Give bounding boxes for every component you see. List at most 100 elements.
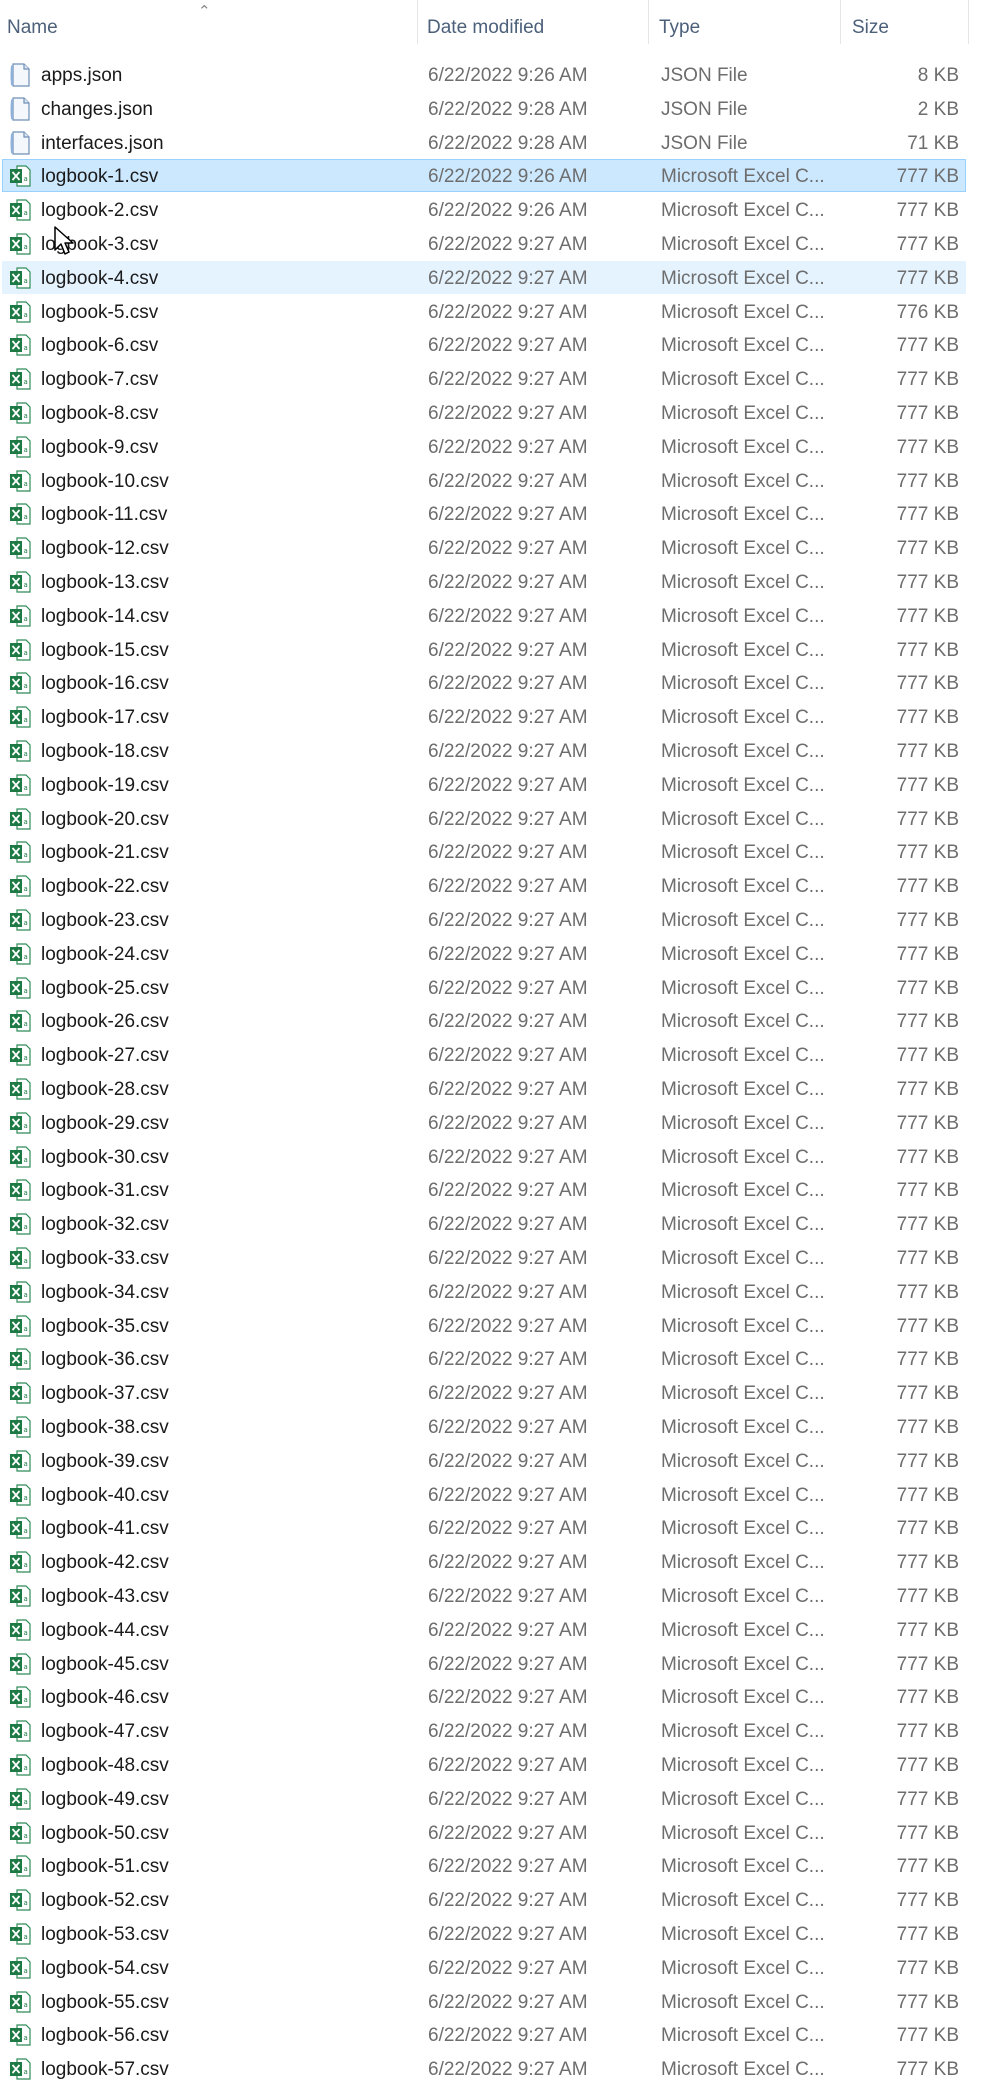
- file-row[interactable]: a logbook-1.csv 6/22/2022 9:26 AM Microsoft…: [2, 159, 966, 193]
- file-type: Microsoft Excel C...: [661, 1079, 825, 1100]
- file-row[interactable]: a logbook-23.csv 6/22/2022 9:27 AM Microsof…: [2, 903, 966, 936]
- file-row[interactable]: a logbook-6.csv 6/22/2022 9:27 AM Microsoft…: [2, 328, 966, 361]
- excel-file-icon: a: [9, 671, 32, 695]
- file-row[interactable]: a logbook-17.csv 6/22/2022 9:27 AM Microsof…: [2, 700, 966, 733]
- file-row[interactable]: a logbook-56.csv 6/22/2022 9:27 AM Microsof…: [2, 2018, 966, 2051]
- file-date-modified: 6/22/2022 9:27 AM: [428, 977, 588, 999]
- file-row[interactable]: a logbook-30.csv 6/22/2022 9:27 AM Microsof…: [2, 1140, 966, 1173]
- excel-file-icon: a: [9, 266, 32, 290]
- file-type: Microsoft Excel C...: [661, 774, 825, 796]
- excel-file-icon: a: [9, 1787, 32, 1811]
- file-row[interactable]: a logbook-31.csv 6/22/2022 9:27 AM Microsof…: [2, 1173, 966, 1206]
- file-row[interactable]: a logbook-28.csv 6/22/2022 9:27 AM Microsof…: [2, 1072, 966, 1105]
- file-row[interactable]: a logbook-2.csv 6/22/2022 9:26 AM Microsoft…: [2, 193, 966, 226]
- column-header-type[interactable]: Type: [659, 0, 700, 44]
- file-row[interactable]: a logbook-32.csv 6/22/2022 9:27 AM Microsof…: [2, 1207, 966, 1240]
- column-divider[interactable]: [648, 0, 649, 44]
- file-row[interactable]: a logbook-34.csv 6/22/2022 9:27 AM Microsof…: [2, 1275, 966, 1308]
- column-header-size[interactable]: Size: [852, 0, 889, 44]
- file-row[interactable]: a logbook-19.csv 6/22/2022 9:27 AM Microsof…: [2, 768, 966, 801]
- svg-text:a: a: [24, 1156, 28, 1164]
- file-type: Microsoft Excel C...: [661, 470, 825, 492]
- file-size: 777 KB: [896, 842, 959, 864]
- file-row[interactable]: a logbook-5.csv 6/22/2022 9:27 AM Microsoft…: [2, 295, 966, 328]
- file-row[interactable]: a logbook-22.csv 6/22/2022 9:27 AM Microsof…: [2, 869, 966, 902]
- file-row[interactable]: a logbook-57.csv 6/22/2022 9:27 AM Microsof…: [2, 2052, 966, 2085]
- file-size: 777 KB: [896, 808, 959, 830]
- file-row[interactable]: a logbook-53.csv 6/22/2022 9:27 AM Microsof…: [2, 1917, 966, 1950]
- file-date-modified: 6/22/2022 9:27 AM: [428, 1349, 588, 1371]
- file-row[interactable]: a logbook-47.csv 6/22/2022 9:27 AM Microsof…: [2, 1714, 966, 1747]
- file-row[interactable]: a logbook-35.csv 6/22/2022 9:27 AM Microsof…: [2, 1309, 966, 1342]
- file-date-modified: 6/22/2022 9:27 AM: [428, 707, 588, 729]
- file-type: JSON File: [661, 65, 748, 86]
- file-row[interactable]: a logbook-45.csv 6/22/2022 9:27 AM Microsof…: [2, 1647, 966, 1680]
- column-header-date[interactable]: Date modified: [427, 0, 544, 44]
- file-row[interactable]: a logbook-25.csv 6/22/2022 9:27 AM Microsof…: [2, 971, 966, 1004]
- file-row[interactable]: a logbook-16.csv 6/22/2022 9:27 AM Microsof…: [2, 666, 966, 699]
- file-size: 777 KB: [896, 1957, 959, 1979]
- column-divider[interactable]: [840, 0, 841, 44]
- column-header-name[interactable]: Name: [7, 0, 58, 44]
- file-date-modified: 6/22/2022 9:27 AM: [428, 639, 588, 661]
- file-date-modified: 6/22/2022 9:27 AM: [428, 1822, 588, 1844]
- file-row[interactable]: a logbook-29.csv 6/22/2022 9:27 AM Microsof…: [2, 1106, 966, 1139]
- file-row[interactable]: apps.json 6/22/2022 9:26 AM JSON File 8 KB: [2, 58, 966, 91]
- file-row[interactable]: a logbook-10.csv 6/22/2022 9:27 AM Microsof…: [2, 464, 966, 497]
- file-name: logbook-35.csv: [41, 1315, 169, 1337]
- file-row[interactable]: a logbook-8.csv 6/22/2022 9:27 AM Microsoft…: [2, 396, 966, 429]
- file-name: logbook-27.csv: [41, 1045, 169, 1067]
- file-row[interactable]: a logbook-15.csv 6/22/2022 9:27 AM Microsof…: [2, 633, 966, 666]
- file-row[interactable]: a logbook-41.csv 6/22/2022 9:27 AM Microsof…: [2, 1511, 966, 1544]
- file-row[interactable]: a logbook-11.csv 6/22/2022 9:27 AM Microsof…: [2, 497, 966, 530]
- file-row[interactable]: a logbook-55.csv 6/22/2022 9:27 AM Microsof…: [2, 1985, 966, 2018]
- file-row[interactable]: a logbook-36.csv 6/22/2022 9:27 AM Microsof…: [2, 1342, 966, 1375]
- file-date-modified: 6/22/2022 9:27 AM: [428, 1518, 588, 1540]
- file-row[interactable]: a logbook-26.csv 6/22/2022 9:27 AM Microsof…: [2, 1004, 966, 1037]
- excel-file-icon: a: [9, 1009, 32, 1033]
- excel-file-icon: a: [9, 1483, 32, 1507]
- file-row[interactable]: a logbook-4.csv 6/22/2022 9:27 AM Microsoft…: [2, 260, 966, 294]
- file-row[interactable]: changes.json 6/22/2022 9:28 AM JSON File 2 …: [2, 92, 966, 125]
- file-row[interactable]: interfaces.json 6/22/2022 9:28 AM JSON Fil…: [2, 126, 966, 159]
- file-size: 777 KB: [896, 1045, 959, 1067]
- file-size: 777 KB: [896, 572, 959, 593]
- file-row[interactable]: a logbook-12.csv 6/22/2022 9:27 AM Microsof…: [2, 531, 966, 564]
- file-row[interactable]: a logbook-39.csv 6/22/2022 9:27 AM Microsof…: [2, 1444, 966, 1477]
- file-row[interactable]: a logbook-33.csv 6/22/2022 9:27 AM Microsof…: [2, 1241, 966, 1274]
- file-row[interactable]: a logbook-27.csv 6/22/2022 9:27 AM Microsof…: [2, 1038, 966, 1071]
- file-type: Microsoft Excel C...: [661, 2025, 825, 2047]
- file-name: logbook-46.csv: [41, 1687, 169, 1709]
- file-row[interactable]: a logbook-44.csv 6/22/2022 9:27 AM Microsof…: [2, 1613, 966, 1646]
- file-size: 777 KB: [896, 335, 959, 357]
- file-row[interactable]: a logbook-20.csv 6/22/2022 9:27 AM Microsof…: [2, 802, 966, 835]
- column-divider[interactable]: [417, 0, 418, 44]
- excel-file-icon: a: [9, 874, 32, 898]
- file-row[interactable]: a logbook-46.csv 6/22/2022 9:27 AM Microsof…: [2, 1680, 966, 1713]
- file-date-modified: 6/22/2022 9:27 AM: [428, 1011, 588, 1033]
- file-row[interactable]: a logbook-51.csv 6/22/2022 9:27 AM Microsof…: [2, 1849, 966, 1882]
- file-size: 777 KB: [896, 436, 959, 458]
- file-row[interactable]: a logbook-24.csv 6/22/2022 9:27 AM Microsof…: [2, 937, 966, 970]
- file-row[interactable]: a logbook-37.csv 6/22/2022 9:27 AM Microsof…: [2, 1376, 966, 1409]
- file-row[interactable]: a logbook-7.csv 6/22/2022 9:27 AM Microsoft…: [2, 362, 966, 395]
- file-row[interactable]: a logbook-42.csv 6/22/2022 9:27 AM Microsof…: [2, 1545, 966, 1578]
- file-row[interactable]: a logbook-49.csv 6/22/2022 9:27 AM Microsof…: [2, 1782, 966, 1815]
- file-row[interactable]: a logbook-21.csv 6/22/2022 9:27 AM Microsof…: [2, 835, 966, 868]
- file-row[interactable]: a logbook-38.csv 6/22/2022 9:27 AM Microsof…: [2, 1410, 966, 1443]
- file-row[interactable]: a logbook-40.csv 6/22/2022 9:27 AM Microsof…: [2, 1478, 966, 1511]
- file-row[interactable]: a logbook-18.csv 6/22/2022 9:27 AM Microsof…: [2, 734, 966, 767]
- file-row[interactable]: a logbook-9.csv 6/22/2022 9:27 AM Microsoft…: [2, 430, 966, 463]
- file-row[interactable]: a logbook-14.csv 6/22/2022 9:27 AM Microsof…: [2, 599, 966, 632]
- column-divider[interactable]: [968, 0, 969, 44]
- file-size: 777 KB: [896, 1619, 959, 1641]
- file-row[interactable]: a logbook-13.csv 6/22/2022 9:27 AM Microsof…: [2, 565, 966, 598]
- file-row[interactable]: a logbook-52.csv 6/22/2022 9:27 AM Microsof…: [2, 1883, 966, 1916]
- svg-text:a: a: [24, 649, 28, 657]
- excel-file-icon: a: [9, 807, 32, 831]
- file-row[interactable]: a logbook-43.csv 6/22/2022 9:27 AM Microsof…: [2, 1579, 966, 1612]
- file-row[interactable]: a logbook-54.csv 6/22/2022 9:27 AM Microsof…: [2, 1951, 966, 1984]
- file-row[interactable]: a logbook-3.csv 6/22/2022 9:27 AM Microsoft…: [2, 227, 966, 260]
- file-row[interactable]: a logbook-50.csv 6/22/2022 9:27 AM Microsof…: [2, 1816, 966, 1849]
- file-row[interactable]: a logbook-48.csv 6/22/2022 9:27 AM Microsof…: [2, 1748, 966, 1781]
